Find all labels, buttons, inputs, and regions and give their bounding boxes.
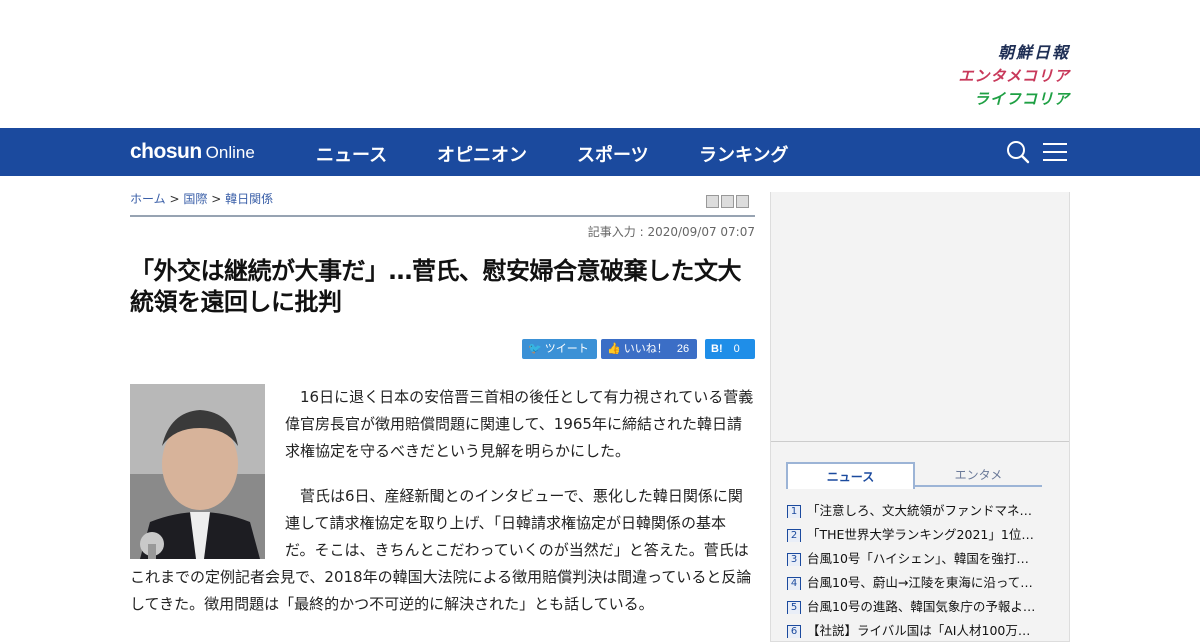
rank-title: 台風10号「ハイシェン」、韓国を強打…: [807, 551, 1029, 566]
life-korea-link[interactable]: ライフコリア: [930, 88, 1070, 111]
posted-date: 記事入力 : 2020/09/07 07:07: [587, 225, 755, 239]
ranking-item[interactable]: 2 「THE世界大学ランキング2021」1位…: [787, 524, 1057, 542]
ranking-item[interactable]: 3 台風10号「ハイシェン」、韓国を強打…: [787, 548, 1057, 566]
logo-sub: Online: [205, 143, 255, 162]
rank-number: 1: [787, 505, 801, 518]
rank-title: 「THE世界大学ランキング2021」1位…: [807, 527, 1034, 542]
thumbs-up-icon: 👍: [607, 343, 621, 355]
rank-number: 6: [787, 625, 801, 638]
chosun-ilbo-link[interactable]: 朝鮮日報: [930, 42, 1070, 65]
facebook-like-button[interactable]: 👍 いいね！ 26: [601, 339, 697, 359]
facebook-count: 26: [676, 343, 690, 355]
breadcrumb: ホーム > 国際 > 韓日関係: [130, 190, 273, 207]
ranking-item[interactable]: 6 【社説】ライバル国は「AI人材100万…: [787, 620, 1057, 638]
rank-title: 「注意しろ、文大統領がファンドマネ…: [807, 503, 1033, 518]
search-icon[interactable]: [1006, 140, 1030, 164]
nav-news[interactable]: ニュース: [316, 141, 387, 167]
rank-number: 5: [787, 601, 801, 614]
list-icon[interactable]: [721, 195, 734, 208]
rank-title: 【社説】ライバル国は「AI人材100万…: [807, 623, 1031, 638]
article-headline: 「外交は継続が大事だ」…菅氏、慰安婦合意破棄した文大統領を遠回しに批判: [130, 257, 742, 316]
logo-main: chosun: [130, 140, 202, 163]
hatena-bookmark-button[interactable]: B! 0: [705, 339, 755, 359]
ranking-item[interactable]: 4 台風10号、蔚山→江陵を東海に沿って…: [787, 572, 1057, 590]
site-logo[interactable]: chosun Online: [130, 140, 255, 164]
sidebar: ニュース エンタメ 1 「注意しろ、文大統領がファンドマネ… 2 「THE世界大学ラ…: [770, 192, 1070, 642]
divider: [130, 215, 755, 217]
breadcrumb-international[interactable]: 国際: [183, 192, 207, 206]
rank-number: 4: [787, 577, 801, 590]
hamburger-icon[interactable]: [1043, 140, 1067, 164]
rank-number: 3: [787, 553, 801, 566]
breadcrumb-sep: >: [169, 192, 180, 206]
hatena-label: B!: [711, 343, 723, 355]
tab-news[interactable]: ニュース: [786, 462, 915, 489]
hatena-count: 0: [733, 343, 740, 355]
tab-entame[interactable]: エンタメ: [915, 462, 1042, 487]
ranking-item[interactable]: 1 「注意しろ、文大統領がファンドマネ…: [787, 500, 1057, 518]
article-body: 16日に退く日本の安倍晋三首相の後任として有力視されている菅義偉官房長官が徴用賠…: [130, 384, 755, 636]
nav-sports[interactable]: スポーツ: [577, 141, 649, 167]
brand-links: 朝鮮日報 エンタメコリア ライフコリア: [930, 42, 1070, 111]
nav-ranking[interactable]: ランキング: [699, 141, 788, 167]
rank-number: 2: [787, 529, 801, 542]
breadcrumb-home[interactable]: ホーム: [130, 192, 166, 206]
twitter-share-button[interactable]: 🐦 ツイート: [522, 339, 597, 359]
ranking-tabs: ニュース エンタメ: [786, 462, 1042, 489]
twitter-label: ツイート: [544, 343, 589, 355]
article-tools: [704, 193, 756, 208]
back-icon[interactable]: [736, 195, 749, 208]
brand-header: 朝鮮日報 エンタメコリア ライフコリア: [0, 0, 1200, 128]
rank-title: 台風10号、蔚山→江陵を東海に沿って…: [807, 575, 1033, 590]
entame-korea-link[interactable]: エンタメコリア: [930, 65, 1070, 88]
breadcrumb-korea-japan[interactable]: 韓日関係: [225, 192, 273, 206]
ranking-item[interactable]: 5 台風10号の進路、韓国気象庁の予報よ…: [787, 596, 1057, 614]
breadcrumb-sep: >: [211, 192, 222, 206]
ad-slot: [771, 192, 1069, 442]
nav-opinion[interactable]: オピニオン: [437, 141, 527, 167]
twitter-icon: 🐦: [528, 343, 542, 355]
facebook-label: いいね！: [623, 343, 668, 355]
rank-title: 台風10号の進路、韓国気象庁の予報よ…: [807, 599, 1036, 614]
print-icon[interactable]: [706, 195, 719, 208]
